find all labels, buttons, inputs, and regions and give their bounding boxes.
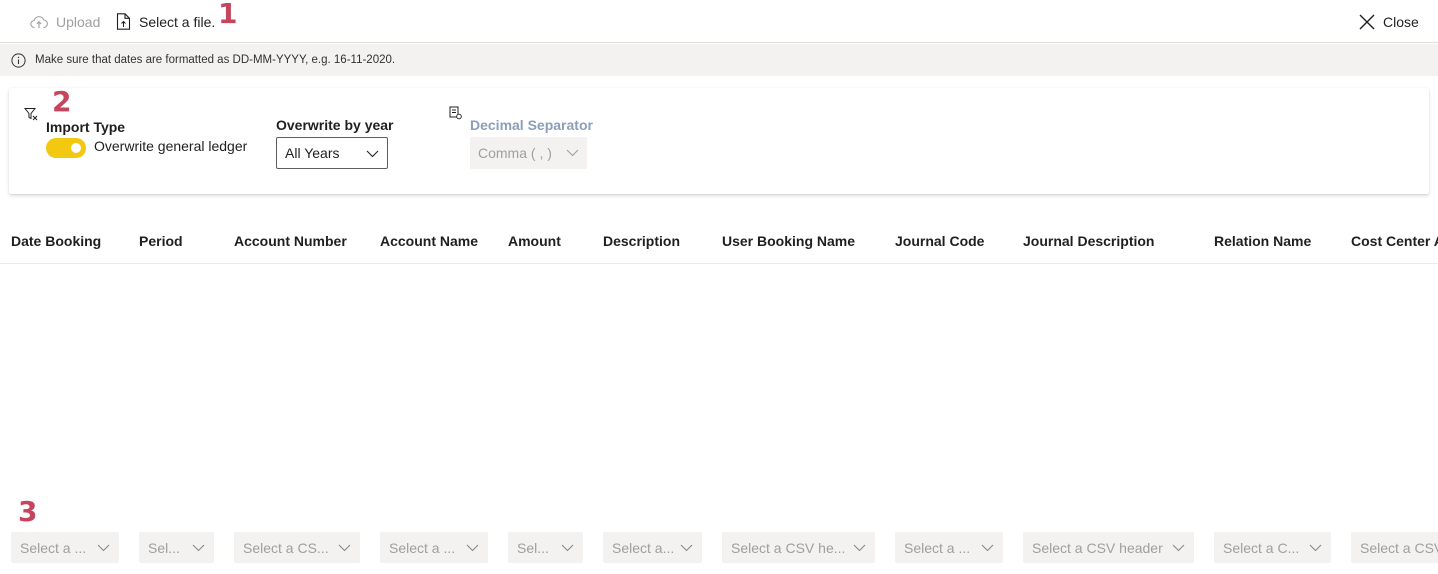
csv-select-placeholder: Sel... bbox=[517, 539, 549, 556]
column-header-relation-name[interactable]: Relation Name bbox=[1214, 233, 1311, 249]
close-icon bbox=[1359, 14, 1375, 29]
cloud-upload-icon bbox=[30, 15, 48, 28]
upload-label: Upload bbox=[56, 13, 101, 30]
csv-header-select-account-name[interactable]: Select a ... bbox=[380, 532, 488, 563]
csv-select-placeholder: Select a... bbox=[612, 539, 675, 556]
import-options-card: Import Type Overwrite general ledger Ove… bbox=[9, 88, 1429, 194]
decimal-separator-value: Comma ( , ) bbox=[478, 145, 552, 161]
column-header-journal-code[interactable]: Journal Code bbox=[895, 233, 984, 249]
csv-select-placeholder: Select a C... bbox=[1223, 539, 1300, 556]
chevron-down-icon bbox=[566, 149, 579, 157]
chevron-down-icon bbox=[466, 544, 479, 552]
chevron-down-icon bbox=[853, 544, 866, 552]
toggle-knob bbox=[71, 143, 81, 153]
csv-header-select-cost-center[interactable]: Select a CSV bbox=[1351, 532, 1438, 563]
chevron-down-icon bbox=[1172, 544, 1185, 552]
csv-select-placeholder: Select a ... bbox=[904, 539, 971, 556]
overwrite-by-year-value: All Years bbox=[285, 145, 340, 161]
csv-header-select-user-booking-name[interactable]: Select a CSV he... bbox=[722, 532, 875, 563]
overwrite-ledger-toggle[interactable] bbox=[46, 138, 86, 158]
decimal-separator-label: Decimal Separator bbox=[470, 117, 593, 133]
csv-select-placeholder: Select a CSV header bbox=[1032, 539, 1163, 556]
step-marker-1: 1 bbox=[218, 0, 238, 30]
csv-select-placeholder: Select a CSV he... bbox=[731, 539, 846, 556]
csv-header-select-amount[interactable]: Sel... bbox=[508, 532, 583, 563]
step-marker-3: 3 bbox=[18, 495, 38, 528]
csv-select-placeholder: Select a CSV bbox=[1360, 539, 1438, 556]
file-upload-icon bbox=[116, 13, 131, 30]
chevron-down-icon bbox=[1309, 544, 1322, 552]
overwrite-by-year-dropdown[interactable]: All Years bbox=[276, 137, 388, 169]
column-header-cost-center[interactable]: Cost Center A bbox=[1351, 233, 1438, 249]
chevron-down-icon bbox=[338, 544, 351, 552]
info-message-bar: Make sure that dates are formatted as DD… bbox=[0, 44, 1438, 76]
column-header-journal-description[interactable]: Journal Description bbox=[1023, 233, 1154, 249]
csv-select-placeholder: Select a ... bbox=[20, 539, 87, 556]
chevron-down-icon bbox=[192, 544, 205, 552]
csv-select-placeholder: Sel... bbox=[148, 539, 180, 556]
info-icon bbox=[11, 52, 26, 68]
select-file-button[interactable]: Select a file. bbox=[116, 0, 215, 43]
chevron-down-icon bbox=[561, 544, 574, 552]
command-bar: Upload Select a file. Close bbox=[0, 0, 1438, 43]
csv-select-placeholder: Select a ... bbox=[389, 539, 456, 556]
chevron-down-icon bbox=[981, 544, 994, 552]
step-marker-2: 2 bbox=[52, 85, 72, 118]
chevron-down-icon bbox=[97, 544, 110, 552]
csv-select-placeholder: Select a CS... bbox=[243, 539, 329, 556]
mapping-table-header: Date Booking Period Account Number Accou… bbox=[0, 219, 1438, 264]
column-header-date-booking[interactable]: Date Booking bbox=[11, 233, 101, 249]
decimal-separator-dropdown[interactable]: Comma ( , ) bbox=[470, 137, 587, 169]
csv-header-select-period[interactable]: Sel... bbox=[139, 532, 214, 563]
csv-header-select-description[interactable]: Select a... bbox=[603, 532, 702, 563]
column-header-account-name[interactable]: Account Name bbox=[380, 233, 478, 249]
column-header-amount[interactable]: Amount bbox=[508, 233, 561, 249]
close-label: Close bbox=[1383, 13, 1419, 30]
csv-header-select-account-number[interactable]: Select a CS... bbox=[234, 532, 360, 563]
info-message-text: Make sure that dates are formatted as DD… bbox=[35, 54, 396, 66]
csv-header-select-date-booking[interactable]: Select a ... bbox=[11, 532, 119, 563]
number-format-icon bbox=[449, 106, 462, 120]
column-header-user-booking-name[interactable]: User Booking Name bbox=[722, 233, 855, 249]
chevron-down-icon bbox=[680, 544, 693, 552]
csv-header-select-relation-name[interactable]: Select a C... bbox=[1214, 532, 1331, 563]
filter-icon bbox=[24, 108, 38, 121]
csv-header-select-journal-description[interactable]: Select a CSV header bbox=[1023, 532, 1194, 563]
select-file-label: Select a file. bbox=[139, 13, 216, 30]
column-header-period[interactable]: Period bbox=[139, 233, 183, 249]
column-header-account-number[interactable]: Account Number bbox=[234, 233, 347, 249]
upload-button[interactable]: Upload bbox=[30, 0, 100, 43]
close-button[interactable]: Close bbox=[1359, 0, 1419, 43]
csv-header-select-journal-code[interactable]: Select a ... bbox=[895, 532, 1003, 563]
column-header-description[interactable]: Description bbox=[603, 233, 680, 249]
chevron-down-icon bbox=[366, 150, 379, 158]
overwrite-by-year-label: Overwrite by year bbox=[276, 117, 394, 133]
overwrite-ledger-toggle-label: Overwrite general ledger bbox=[94, 138, 248, 154]
import-type-label: Import Type bbox=[46, 119, 126, 135]
